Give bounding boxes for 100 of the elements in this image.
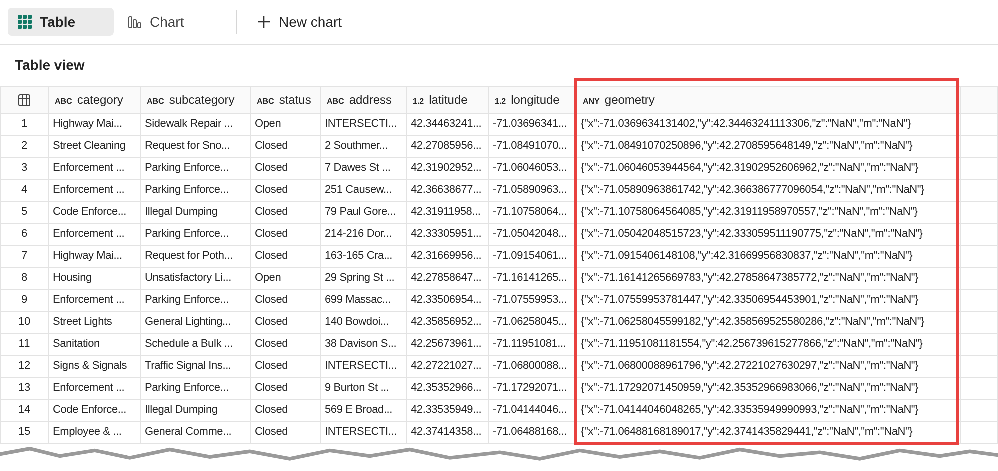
table-cell: Illegal Dumping (140, 202, 250, 224)
row-number: 13 (0, 378, 48, 400)
table-cell: Closed (250, 334, 320, 356)
table-cell: Request for Poth... (140, 246, 250, 268)
table-cell: 42.31669956... (406, 246, 488, 268)
table-cell: Illegal Dumping (140, 400, 250, 422)
table-cell: Closed (250, 400, 320, 422)
table-cell: 42.33506954... (406, 290, 488, 312)
table-cell: Closed (250, 422, 320, 444)
table-cell: Schedule a Bulk ... (140, 334, 250, 356)
column-header[interactable]: ANY geometry (576, 86, 960, 114)
table-cell: Sanitation (48, 334, 140, 356)
new-chart-button[interactable]: New chart (255, 8, 344, 36)
row-number: 9 (0, 290, 48, 312)
table-cell: Code Enforce... (48, 202, 140, 224)
view-tab[interactable]: Table (8, 8, 114, 36)
table-cell: INTERSECTI... (320, 422, 406, 444)
table-cell: General Lighting... (140, 312, 250, 334)
column-header[interactable]: ABC category (48, 86, 140, 114)
row-number: 11 (0, 334, 48, 356)
row-number: 3 (0, 158, 48, 180)
table-cell: 42.34463241... (406, 114, 488, 136)
view-tab[interactable]: Chart (118, 8, 218, 36)
table-cell: 9 Burton St ... (320, 378, 406, 400)
table-cell: Closed (250, 378, 320, 400)
table-cell: {"x":-71.06258045599182,"y":42.358569525580286,"z":"NaN","m":"NaN"} (576, 312, 960, 334)
table-cell: Housing (48, 268, 140, 290)
table-cell: 140 Bowdoi... (320, 312, 406, 334)
table-cell: 42.35856952... (406, 312, 488, 334)
table-cell: Signs & Signals (48, 356, 140, 378)
table-cell: INTERSECTI... (320, 114, 406, 136)
row-number: 6 (0, 224, 48, 246)
table-cell: 214-216 Dor... (320, 224, 406, 246)
table-cell: 7 Dawes St ... (320, 158, 406, 180)
table-cell: Parking Enforce... (140, 158, 250, 180)
table-cell: Street Lights (48, 312, 140, 334)
table-cell: Closed (250, 202, 320, 224)
table-cell: Traffic Signal Ins... (140, 356, 250, 378)
row-number: 10 (0, 312, 48, 334)
row-number: 12 (0, 356, 48, 378)
table-icon (18, 94, 31, 106)
table-cell: {"x":-71.08491070250896,"y":42.2708595648149,"z":"NaN","m":"NaN"} (576, 136, 960, 158)
column-header[interactable]: ABC subcategory (140, 86, 250, 114)
column-header[interactable]: ABC address (320, 86, 406, 114)
row-number: 2 (0, 136, 48, 158)
table-cell: 42.31911958... (406, 202, 488, 224)
bar-chart-icon (128, 15, 142, 29)
table-cell: 79 Paul Gore... (320, 202, 406, 224)
column-header[interactable]: 1.2 longitude (488, 86, 576, 114)
table-cell: Enforcement ... (48, 224, 140, 246)
table-cell: Closed (250, 290, 320, 312)
table-cell: 42.27221027... (406, 356, 488, 378)
table-cell: {"x":-71.05042048515723,"y":42.333059511190775,"z":"NaN","m":"NaN"} (576, 224, 960, 246)
table-cell: Parking Enforce... (140, 180, 250, 202)
table-cell: 42.25673961... (406, 334, 488, 356)
row-number: 7 (0, 246, 48, 268)
table-cell: {"x":-71.06046053944564,"y":42.31902952606962,"z":"NaN","m":"NaN"} (576, 158, 960, 180)
table-cell: {"x":-71.0369634131402,"y":42.34463241113306,"z":"NaN","m":"NaN"} (576, 114, 960, 136)
table-cell: Enforcement ... (48, 290, 140, 312)
table-cell: 569 E Broad... (320, 400, 406, 422)
table-cell: {"x":-71.17292071450959,"y":42.35352966983066,"z":"NaN","m":"NaN"} (576, 378, 960, 400)
table-cell: Open (250, 114, 320, 136)
table-cell: Enforcement ... (48, 378, 140, 400)
table-cell: Parking Enforce... (140, 378, 250, 400)
table-cell: Highway Mai... (48, 114, 140, 136)
table-cell: Parking Enforce... (140, 224, 250, 246)
table-cell: {"x":-71.16141265669783,"y":42.27858647385772,"z":"NaN","m":"NaN"} (576, 268, 960, 290)
table-cell: Open (250, 268, 320, 290)
table-grid-icon (18, 15, 32, 29)
table-cell: Sidewalk Repair ... (140, 114, 250, 136)
table-cell: Unsatisfactory Li... (140, 268, 250, 290)
table-cell: Street Cleaning (48, 136, 140, 158)
table-cell: 163-165 Cra... (320, 246, 406, 268)
view-title: Table view (15, 56, 85, 75)
table-cell: Closed (250, 246, 320, 268)
table-cell: Enforcement ... (48, 158, 140, 180)
table-cell: 42.35352966... (406, 378, 488, 400)
row-number: 1 (0, 114, 48, 136)
table-cell: {"x":-71.06800088961796,"y":42.27221027630297,"z":"NaN","m":"NaN"} (576, 356, 960, 378)
table-cell: 42.33535949... (406, 400, 488, 422)
column-header[interactable]: ABC status (250, 86, 320, 114)
table-cell: Employee & ... (48, 422, 140, 444)
table-cell: Code Enforce... (48, 400, 140, 422)
table-cell: {"x":-71.0915406148108,"y":42.31669956830837,"z":"NaN","m":"NaN"} (576, 246, 960, 268)
table-cell: Closed (250, 356, 320, 378)
row-number: 15 (0, 422, 48, 444)
table-cell: Enforcement ... (48, 180, 140, 202)
table-cell: Closed (250, 312, 320, 334)
table-cell: {"x":-71.10758064564085,"y":42.31911958970557,"z":"NaN","m":"NaN"} (576, 202, 960, 224)
table-cell: Request for Sno... (140, 136, 250, 158)
table-cell: 42.27858647... (406, 268, 488, 290)
table-cell: Closed (250, 158, 320, 180)
column-header[interactable]: 1.2 latitude (406, 86, 488, 114)
row-number: 4 (0, 180, 48, 202)
table-cell: Parking Enforce... (140, 290, 250, 312)
table-cell: 42.27085956... (406, 136, 488, 158)
table-cell: 42.33305951... (406, 224, 488, 246)
table-cell: {"x":-71.05890963861742,"y":42.366386777096054,"z":"NaN","m":"NaN"} (576, 180, 960, 202)
table-cell: INTERSECTI... (320, 356, 406, 378)
table-cell: Closed (250, 136, 320, 158)
